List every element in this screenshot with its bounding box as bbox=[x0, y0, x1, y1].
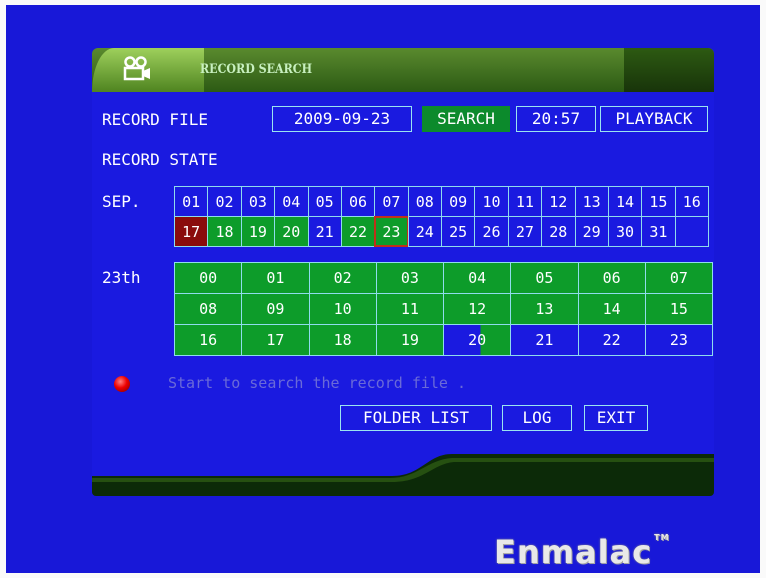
folder-list-button[interactable]: FOLDER LIST bbox=[340, 405, 492, 431]
status-message: Start to search the record file . bbox=[168, 374, 467, 392]
day-cell-empty[interactable] bbox=[674, 216, 709, 247]
record-indicator-icon bbox=[114, 376, 130, 392]
hour-cell-22[interactable]: 22 bbox=[577, 324, 646, 356]
day-cell-01[interactable]: 01 bbox=[174, 186, 209, 217]
day-cell-15[interactable]: 15 bbox=[641, 186, 676, 217]
day-cell-30[interactable]: 30 bbox=[607, 216, 643, 247]
day-cell-20[interactable]: 20 bbox=[274, 216, 309, 247]
day-cell-16[interactable]: 16 bbox=[674, 186, 709, 217]
day-cell-03[interactable]: 03 bbox=[240, 186, 276, 217]
hour-cell-01[interactable]: 01 bbox=[241, 262, 310, 294]
search-button[interactable]: SEARCH bbox=[422, 106, 510, 132]
hour-cell-19[interactable]: 19 bbox=[375, 324, 444, 356]
day-cell-14[interactable]: 14 bbox=[607, 186, 643, 217]
hour-cell-18[interactable]: 18 bbox=[308, 324, 377, 356]
bottom-bar bbox=[92, 454, 714, 496]
hour-cell-03[interactable]: 03 bbox=[375, 262, 444, 294]
day-cell-19[interactable]: 19 bbox=[240, 216, 276, 247]
hour-cell-10[interactable]: 10 bbox=[308, 293, 377, 325]
brand-name: Enmalac bbox=[494, 533, 653, 571]
hour-cell-02[interactable]: 02 bbox=[308, 262, 377, 294]
record-search-window: RECORD SEARCH RECORD FILE 2009-09-23 SEA… bbox=[92, 48, 714, 496]
hour-cell-13[interactable]: 13 bbox=[510, 293, 579, 325]
day-cell-26[interactable]: 26 bbox=[474, 216, 509, 247]
day-cell-06[interactable]: 06 bbox=[340, 186, 376, 217]
hour-cell-20[interactable]: 20 bbox=[443, 324, 512, 356]
selected-day-label: 23th bbox=[102, 268, 141, 287]
day-cell-31[interactable]: 31 bbox=[641, 216, 676, 247]
monitor-screen: RECORD SEARCH RECORD FILE 2009-09-23 SEA… bbox=[6, 5, 760, 573]
day-cell-25[interactable]: 25 bbox=[441, 216, 476, 247]
hour-cell-06[interactable]: 06 bbox=[577, 262, 646, 294]
hour-cell-11[interactable]: 11 bbox=[375, 293, 444, 325]
day-cell-27[interactable]: 27 bbox=[507, 216, 543, 247]
hour-cell-12[interactable]: 12 bbox=[443, 293, 512, 325]
exit-button[interactable]: EXIT bbox=[584, 405, 648, 431]
hour-grid: 00 01 02 03 04 05 06 07 08 09 10 11 12 13 14 15 16 17 18 19… bbox=[174, 262, 713, 356]
camera-icon bbox=[123, 56, 150, 81]
day-cell-17[interactable]: 17 bbox=[174, 216, 209, 247]
day-cell-02[interactable]: 02 bbox=[207, 186, 242, 217]
day-cell-22[interactable]: 22 bbox=[340, 216, 376, 247]
record-file-label: RECORD FILE bbox=[102, 110, 208, 129]
brand-watermark: Enmalac TM bbox=[494, 533, 670, 571]
hour-cell-21[interactable]: 21 bbox=[510, 324, 579, 356]
day-cell-12[interactable]: 12 bbox=[541, 186, 576, 217]
hour-cell-15[interactable]: 15 bbox=[644, 293, 713, 325]
day-cell-10[interactable]: 10 bbox=[474, 186, 509, 217]
day-cell-29[interactable]: 29 bbox=[574, 216, 609, 247]
record-state-label: RECORD STATE bbox=[102, 150, 218, 169]
day-calendar: 01 02 03 04 05 06 07 08 09 10 11 12 13 14 15 16 17 18 19 20… bbox=[174, 186, 709, 247]
day-cell-18[interactable]: 18 bbox=[207, 216, 242, 247]
window-title: RECORD SEARCH bbox=[200, 62, 313, 77]
hour-cell-08[interactable]: 08 bbox=[174, 293, 243, 325]
playback-button[interactable]: PLAYBACK bbox=[600, 106, 708, 132]
hour-cell-05[interactable]: 05 bbox=[510, 262, 579, 294]
day-cell-07[interactable]: 07 bbox=[374, 186, 409, 217]
day-cell-08[interactable]: 08 bbox=[407, 186, 442, 217]
day-cell-04[interactable]: 04 bbox=[274, 186, 309, 217]
hour-cell-16[interactable]: 16 bbox=[174, 324, 243, 356]
day-cell-28[interactable]: 28 bbox=[541, 216, 576, 247]
month-label: SEP. bbox=[102, 192, 141, 211]
log-button[interactable]: LOG bbox=[502, 405, 572, 431]
day-cell-05[interactable]: 05 bbox=[307, 186, 342, 217]
hour-cell-23[interactable]: 23 bbox=[644, 324, 713, 356]
hour-cell-07[interactable]: 07 bbox=[644, 262, 713, 294]
day-cell-11[interactable]: 11 bbox=[507, 186, 543, 217]
day-cell-21[interactable]: 21 bbox=[307, 216, 342, 247]
trademark-mark: TM bbox=[654, 533, 670, 542]
hour-cell-09[interactable]: 09 bbox=[241, 293, 310, 325]
hour-cell-00[interactable]: 00 bbox=[174, 262, 243, 294]
date-field[interactable]: 2009-09-23 bbox=[272, 106, 412, 132]
day-cell-23[interactable]: 23 bbox=[374, 216, 409, 247]
day-cell-09[interactable]: 09 bbox=[441, 186, 476, 217]
title-bar: RECORD SEARCH bbox=[92, 48, 714, 92]
time-field[interactable]: 20:57 bbox=[516, 106, 596, 132]
hour-cell-14[interactable]: 14 bbox=[577, 293, 646, 325]
hour-cell-17[interactable]: 17 bbox=[241, 324, 310, 356]
day-cell-24[interactable]: 24 bbox=[407, 216, 442, 247]
day-cell-13[interactable]: 13 bbox=[574, 186, 609, 217]
hour-cell-04[interactable]: 04 bbox=[443, 262, 512, 294]
